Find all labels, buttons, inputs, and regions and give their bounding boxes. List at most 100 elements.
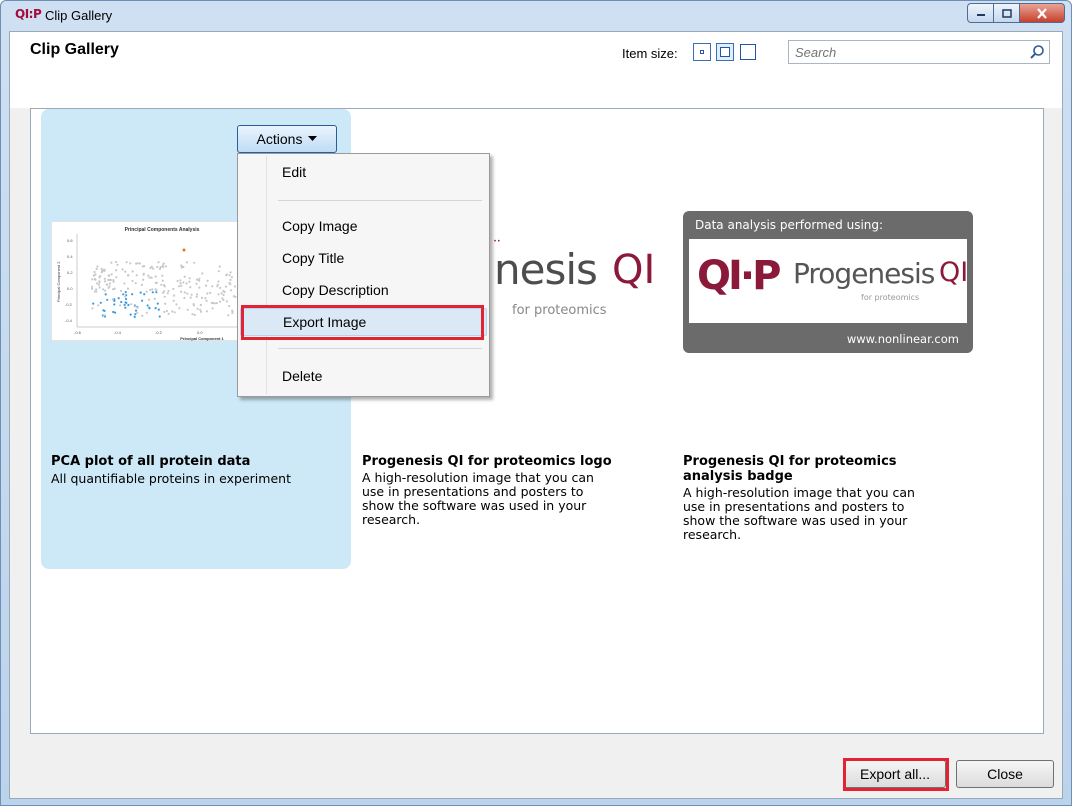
pca-point xyxy=(113,303,116,306)
pca-point xyxy=(180,290,183,293)
pca-point xyxy=(171,310,174,313)
pca-point xyxy=(95,267,98,271)
gallery-header: Clip Gallery Item size: xyxy=(10,32,1062,108)
maximize-button[interactable] xyxy=(994,3,1020,23)
pca-y-tick: 0.4 xyxy=(67,254,73,259)
clip-gallery-window: QI:P Clip Gallery Clip Gallery Item size… xyxy=(0,0,1072,806)
pca-point xyxy=(232,295,235,298)
pca-point xyxy=(159,266,162,269)
pca-point xyxy=(223,290,226,294)
close-window-button[interactable] xyxy=(1020,3,1065,23)
export-all-button[interactable]: Export all... xyxy=(844,760,946,788)
pca-plot-thumbnail[interactable]: Principal Components Analysis 0.6 0.4 0.… xyxy=(51,221,241,341)
pca-point xyxy=(182,265,185,269)
progenesis-logo-thumbnail[interactable]: • • nesis QI for proteomics xyxy=(376,239,676,329)
minimize-button[interactable] xyxy=(967,3,994,23)
badge-suffix: QI xyxy=(939,257,969,288)
actions-dropdown-button[interactable]: Actions xyxy=(237,125,337,153)
pca-point xyxy=(180,284,183,287)
pca-point xyxy=(188,277,191,280)
pca-point xyxy=(124,301,127,304)
clip-title: PCA plot of all protein data xyxy=(51,454,251,469)
search-input[interactable] xyxy=(789,41,1009,63)
item-size-large-button[interactable] xyxy=(739,43,757,61)
pca-point xyxy=(216,283,219,286)
pca-point xyxy=(136,262,139,265)
pca-point xyxy=(131,279,134,283)
pca-point xyxy=(120,300,123,304)
pca-point xyxy=(121,268,124,271)
clip-item-logo[interactable]: Progenesis QI for proteomics logo A high… xyxy=(361,109,671,569)
badge-word: Progenesis xyxy=(793,257,935,290)
pca-point xyxy=(147,274,150,277)
pca-point xyxy=(98,286,101,289)
clip-description-line: research. xyxy=(362,512,421,527)
pca-x-label: Principal Component 1 xyxy=(180,336,224,341)
pca-y-tick: 0.2 xyxy=(67,270,73,275)
pca-point xyxy=(93,270,96,274)
pca-point xyxy=(90,285,94,288)
pca-x-tick: 0.0 xyxy=(197,330,203,335)
pca-point xyxy=(193,261,196,264)
pca-point xyxy=(175,303,178,306)
search-box[interactable] xyxy=(788,40,1050,64)
pca-point xyxy=(217,270,220,273)
clip-description-line: A high-resolution image that you can xyxy=(362,470,594,485)
pca-point xyxy=(122,293,125,296)
pca-point xyxy=(163,310,166,313)
pca-point xyxy=(195,295,198,298)
pca-point xyxy=(162,262,165,265)
pca-point xyxy=(198,277,201,280)
pca-y-tick: 0.6 xyxy=(67,238,73,243)
pca-point xyxy=(124,270,127,273)
pca-point xyxy=(99,301,102,304)
item-size-medium-button[interactable] xyxy=(716,43,734,61)
pca-point xyxy=(198,286,201,289)
pca-point xyxy=(107,286,110,289)
pca-point xyxy=(103,280,107,283)
title-bar[interactable]: QI:P Clip Gallery xyxy=(1,1,1071,31)
clip-gallery-panel: Principal Components Analysis 0.6 0.4 0.… xyxy=(30,108,1044,734)
pca-point xyxy=(110,273,113,276)
pca-point xyxy=(185,282,188,285)
pca-point xyxy=(145,290,148,293)
search-icon[interactable] xyxy=(1029,44,1045,60)
pca-point xyxy=(93,277,96,281)
pca-point xyxy=(91,278,94,281)
pca-point xyxy=(154,281,157,284)
pca-point xyxy=(149,288,152,292)
pca-point xyxy=(204,284,208,287)
clip-description-line: show the software was used in your xyxy=(683,513,908,528)
pca-point xyxy=(180,264,183,267)
pca-point xyxy=(165,309,168,313)
pca-point xyxy=(112,310,115,314)
item-size-small-button[interactable] xyxy=(693,43,711,61)
pca-point xyxy=(220,292,223,295)
pca-point xyxy=(94,273,97,276)
clip-item-pca-plot[interactable]: Principal Components Analysis 0.6 0.4 0.… xyxy=(41,109,490,569)
pca-point xyxy=(178,285,181,288)
pca-point xyxy=(101,269,104,272)
pca-point xyxy=(162,290,166,293)
pca-point xyxy=(116,263,119,266)
pca-point xyxy=(124,291,127,294)
badge-sub: for proteomics xyxy=(861,293,920,302)
close-button[interactable]: Close xyxy=(956,760,1054,788)
pca-point xyxy=(195,282,198,285)
pca-point xyxy=(107,278,110,282)
pca-point xyxy=(134,282,137,285)
pca-point xyxy=(141,314,144,317)
pca-point xyxy=(125,261,128,264)
analysis-badge-thumbnail[interactable]: Data analysis performed using: QI·P Prog… xyxy=(683,211,973,353)
dialog-body: Clip Gallery Item size: Search Principal… xyxy=(9,31,1063,799)
badge-url: www.nonlinear.com xyxy=(846,332,959,346)
pca-point xyxy=(172,294,176,297)
page-title: Clip Gallery xyxy=(30,41,119,58)
pca-point xyxy=(230,289,233,292)
pca-point xyxy=(199,310,203,313)
pca-point xyxy=(206,292,209,295)
pca-point xyxy=(142,273,145,276)
pca-point xyxy=(182,281,185,284)
pca-point xyxy=(206,279,209,282)
pca-point xyxy=(103,314,106,317)
